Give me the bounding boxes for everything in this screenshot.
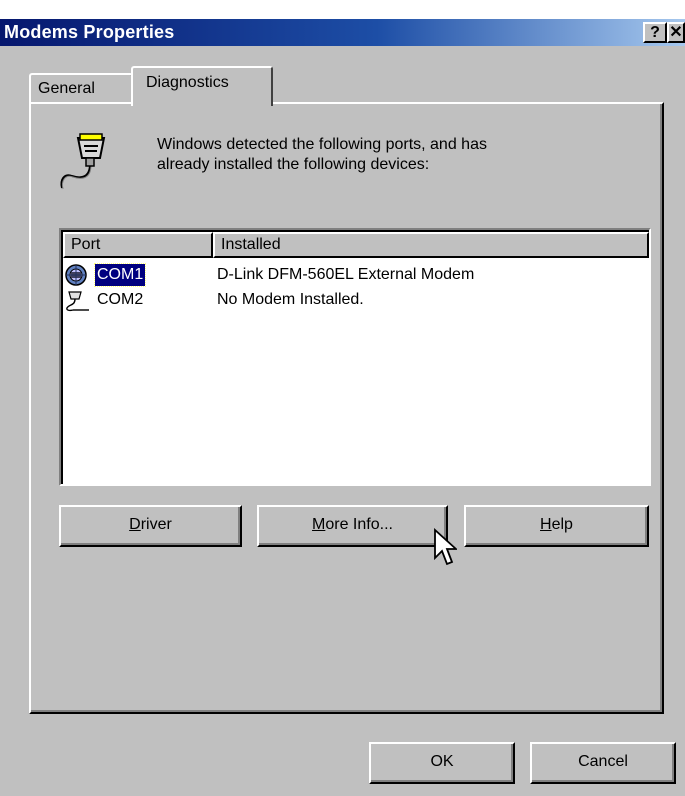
intro-line-1: Windows detected the following ports, an… (157, 136, 487, 153)
window-title: Modems Properties (4, 22, 175, 42)
mouse-cursor-icon (434, 528, 457, 566)
driver-mnemonic: D (129, 516, 141, 533)
row-installed-com1: D-Link DFM-560EL External Modem (217, 266, 475, 283)
more-info-label: ore Info... (325, 516, 393, 533)
column-header-installed[interactable]: Installed (213, 232, 649, 258)
ports-listview[interactable]: Port Installed COM1 D-Link DFM-560EL Ext… (59, 228, 651, 486)
row-port-com1: COM1 (93, 263, 147, 287)
modem-port-icon (65, 264, 87, 286)
title-bar[interactable]: Modems Properties ? ✕ (0, 19, 685, 46)
driver-button[interactable]: Driver (59, 505, 242, 547)
tab-general-label: General (38, 80, 95, 97)
serial-port-icon (60, 133, 106, 190)
driver-label: river (140, 516, 172, 533)
list-row-com1[interactable]: COM1 D-Link DFM-560EL External Modem (63, 263, 649, 287)
intro-text: Windows detected the following ports, an… (157, 135, 627, 175)
help-button[interactable]: ? (643, 22, 667, 43)
help-label: elp (551, 516, 573, 533)
list-row-com2[interactable]: COM2 No Modem Installed. (63, 288, 649, 312)
intro-line-2: already installed the following devices: (157, 156, 430, 173)
serial-port-icon (66, 291, 89, 312)
more-info-mnemonic: M (312, 516, 326, 533)
row-installed-com2: No Modem Installed. (217, 291, 364, 308)
row-port-com2: COM2 (97, 291, 144, 308)
cancel-button[interactable]: Cancel (530, 742, 676, 784)
ok-button[interactable]: OK (369, 742, 515, 784)
column-header-port[interactable]: Port (63, 232, 213, 258)
tab-diagnostics-label: Diagnostics (146, 74, 229, 91)
help-dialog-button[interactable]: Help (464, 505, 649, 547)
tab-general[interactable]: General (29, 73, 133, 103)
close-button[interactable]: ✕ (667, 22, 685, 43)
help-mnemonic: H (540, 516, 552, 533)
listview-header: Port Installed (63, 232, 649, 258)
tab-diagnostics[interactable]: Diagnostics (131, 66, 273, 106)
more-info-button[interactable]: More Info... (257, 505, 448, 547)
